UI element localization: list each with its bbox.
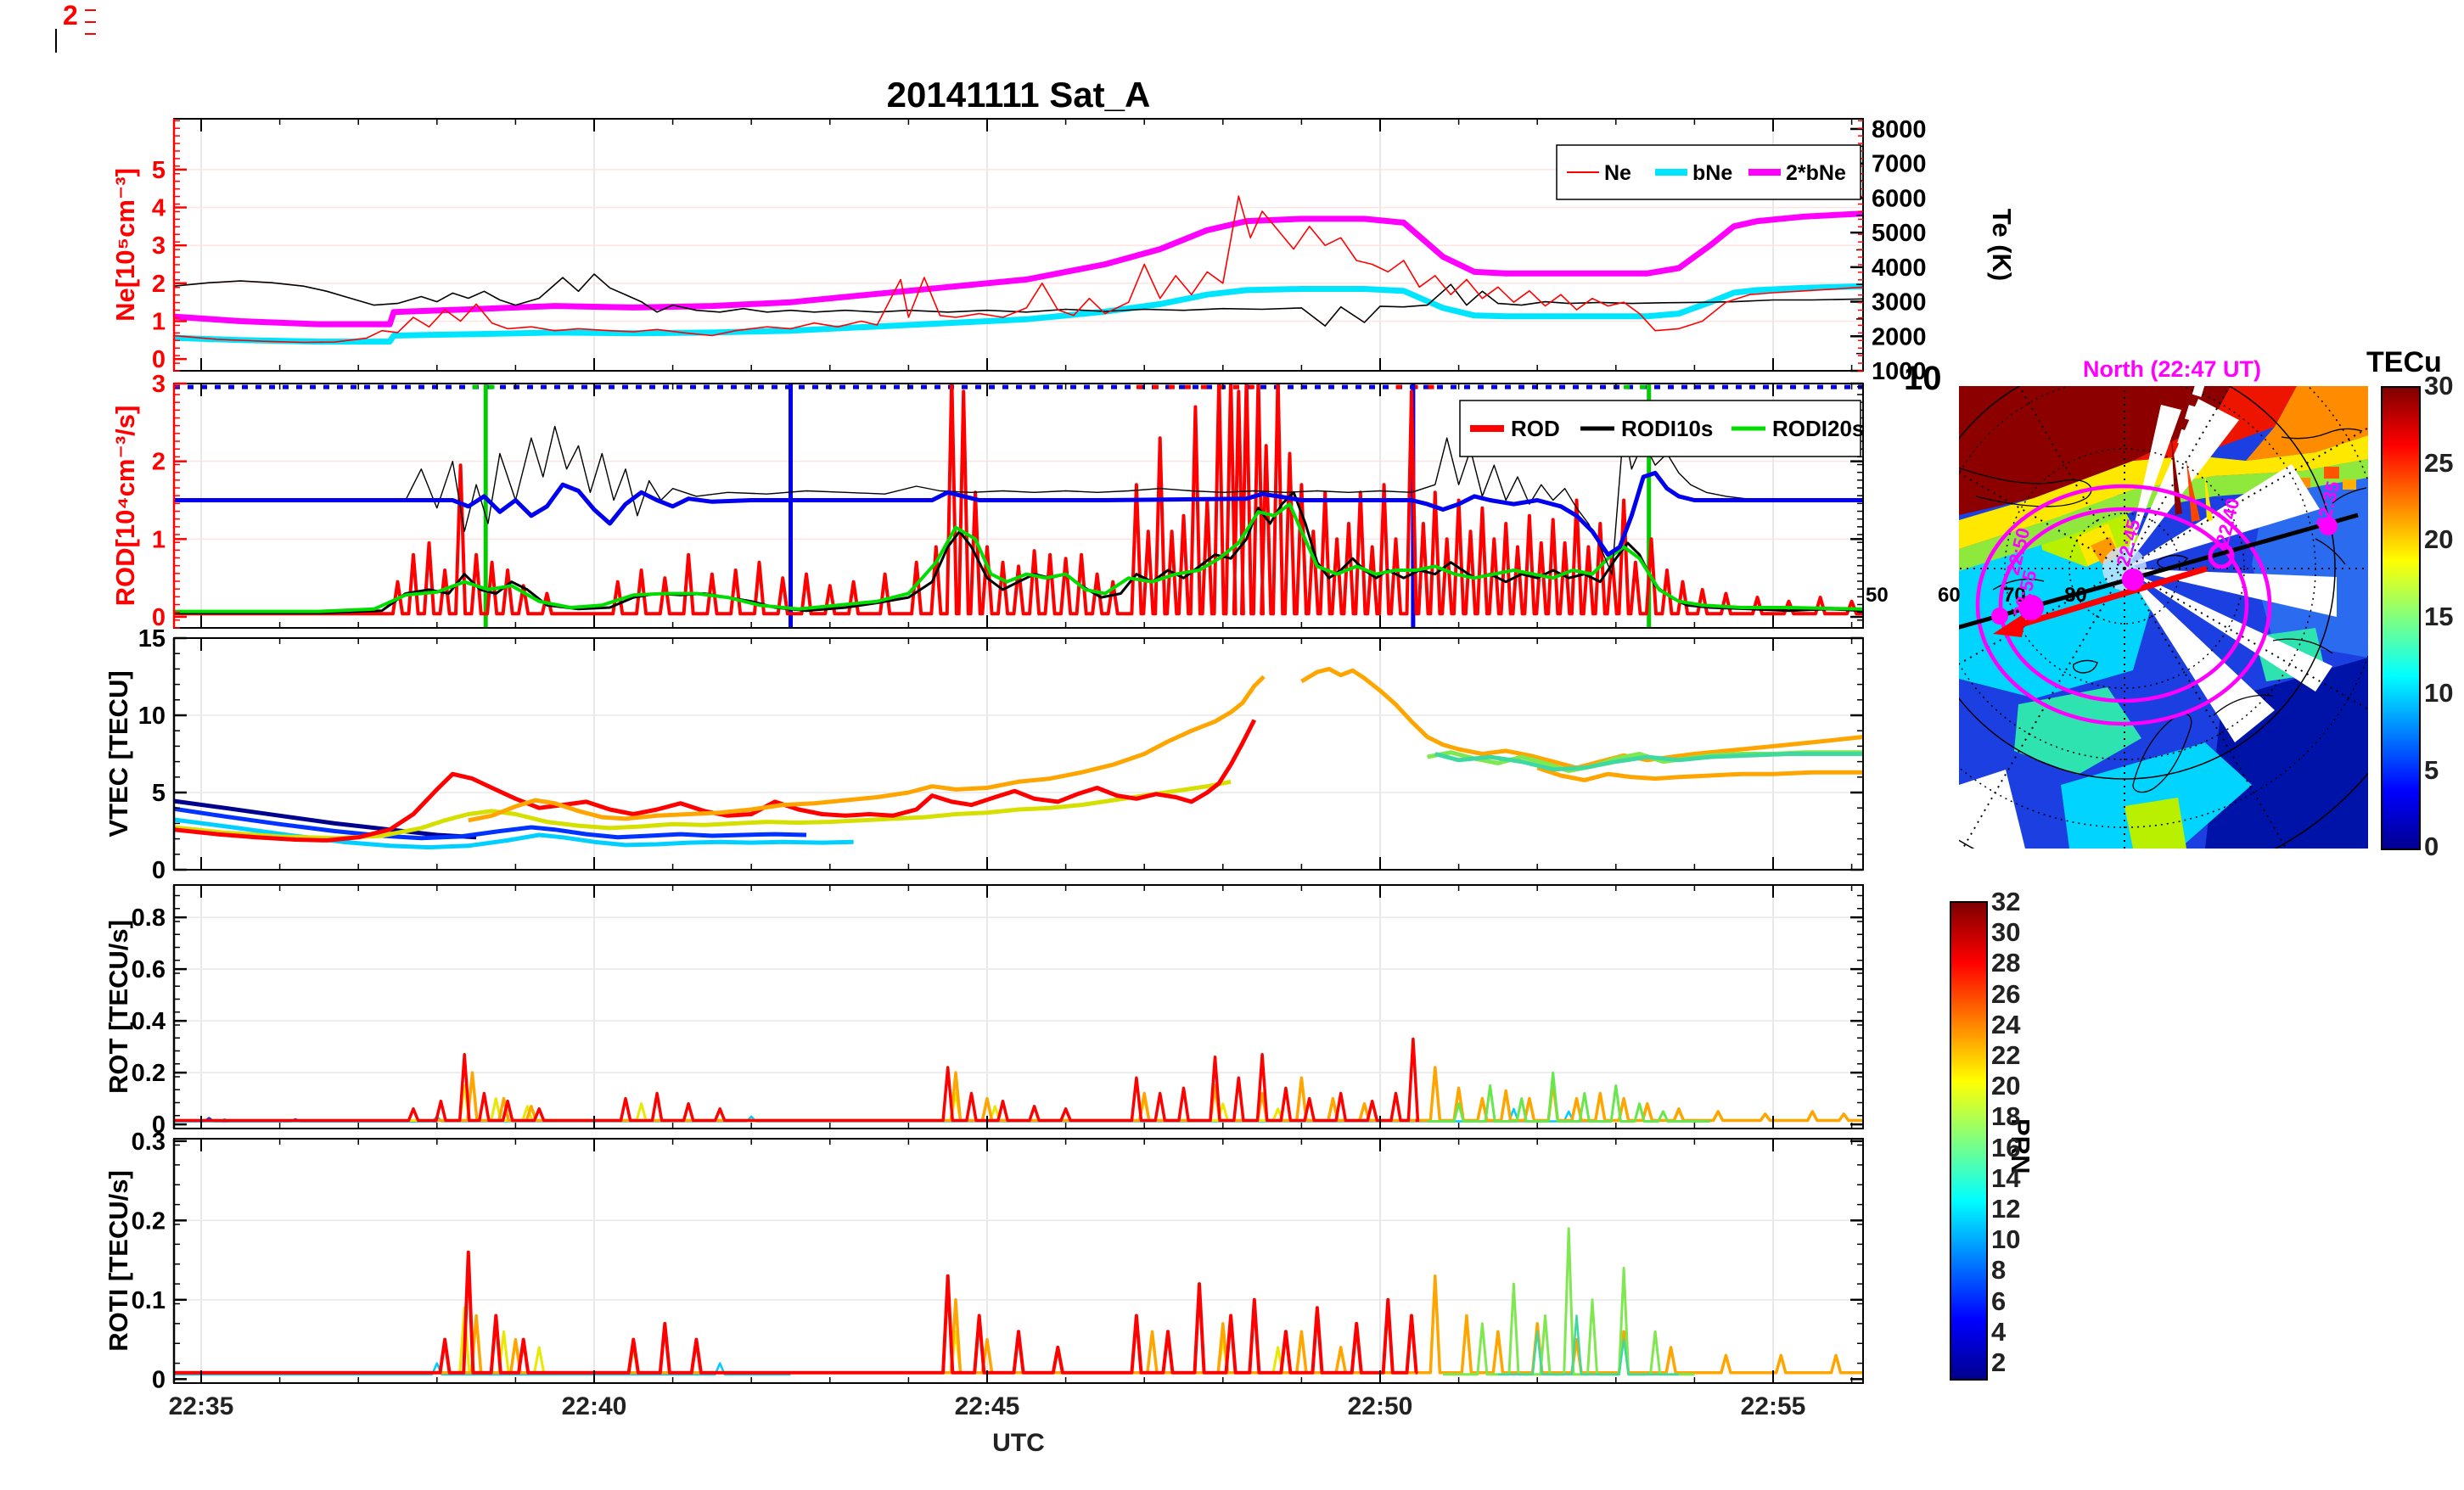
prn-tick: 22 [1991,1039,2021,1070]
ytick-ne_te: 1 [152,308,166,335]
prn-tick: 30 [1991,917,2021,948]
panel-vtec: 0 5 10 15VTEC [TECU] [104,625,1864,884]
legend-item-ROD: ROD [1511,416,1560,441]
stray-label-2: 2 [63,0,78,31]
ytick-ne_te: 5 [152,157,166,184]
prn-tick: 4 [1991,1316,2007,1347]
xtick-label: 22:40 [562,1392,627,1420]
ylabel-rot: ROT [TECU/s] [104,920,133,1094]
prn-tick: 24 [1991,1009,2021,1039]
ytick-vtec: 0 [152,857,166,884]
map-lat-label: 80 [2064,584,2087,607]
series-roti-red [174,1250,1418,1375]
ytick-right-ne_te: 4000 [1872,255,1927,282]
xtick-label: 22:45 [955,1392,1020,1420]
series-prn-orange-c [1536,765,1863,782]
series-rot-orange [436,1066,1863,1123]
xtick-label: 22:50 [1348,1392,1413,1420]
series-rot-yellow [174,1084,1341,1122]
panel-rot: 00.20.40.60.8ROT [TECU/s] [104,884,1864,1139]
legend-item-RODI10s: RODI10s [1621,416,1713,441]
prn-tick: 18 [1991,1101,2021,1132]
tecu-tick: 30 [2424,371,2454,401]
ylabel-roti: ROTI [TECU/s] [104,1170,133,1352]
ytick-rot: 0.2 [132,1060,166,1087]
prn-tick: 2 [1991,1347,2007,1377]
series-2*bNe [174,210,1863,328]
ytick-right-ne_te: 3000 [1872,289,1927,316]
ytick-rod: 2 [152,449,166,476]
map-lat-label: 60 [1938,584,1961,607]
map-title: North (22:47 UT) [2082,356,2261,382]
series-bNe [174,283,1863,345]
prn-tick: 10 [1991,1224,2021,1255]
legend-item-Ne: Ne [1604,161,1631,185]
panel-rod: 0123ROD[10⁴cm⁻³/s] ROD RODI10s RODI20s [110,371,1864,631]
legend-ne_te: Ne bNe 2*bNe [1556,144,1861,200]
ytick-rot: 0.8 [132,905,166,932]
tecu-tick: 20 [2424,524,2454,554]
series-rot-red [174,1037,1420,1123]
ytick-right-ne_te: 8000 [1872,116,1927,143]
ytick-rot: 0.4 [132,1008,166,1035]
prn-tick: 12 [1991,1193,2021,1224]
ylabel-rod: ROD[10⁴cm⁻³/s] [110,406,140,607]
ytick-right-ne_te: 7000 [1872,151,1927,178]
prn-colorbar [1950,901,1988,1381]
xlabel: UTC [992,1429,1045,1457]
ytick-ne_te: 3 [152,232,166,260]
ylabel-ne_te: Ne[10⁵cm⁻³] [110,168,140,322]
ytick-ne_te: 4 [152,195,166,222]
ytick-roti: 0.1 [132,1287,166,1314]
series-rot-green [1427,1071,1710,1123]
tecu-tick: 0 [2424,832,2439,861]
ytick-roti: 0 [152,1366,166,1393]
ylabel-vtec: VTEC [TECU] [104,670,133,837]
ytick-ne_te: 2 [152,271,166,298]
prn-tick: 14 [1991,1162,2021,1193]
xtick-label: 22:35 [169,1392,234,1420]
ytick-rod: 1 [152,526,166,553]
legend-rod: ROD RODI10s RODI20s [1459,400,1864,457]
ytick-right-ne_te: 2000 [1872,323,1927,350]
tecu-tick: 5 [2424,754,2439,785]
stray-label-10: 10 [1904,360,1942,397]
prn-tick: 8 [1991,1255,2007,1286]
map-lat-label: 50 [1866,584,1889,607]
ytick-vtec: 5 [152,780,166,807]
figure: 20141111 Sat_A 0 1 2 3 4 5 1000 2000 3000 4000 500… [0,0,2464,1490]
legend-item-bNe: bNe [1692,161,1732,185]
ytick-roti: 0.2 [132,1207,166,1235]
ytick-rod: 3 [152,371,166,398]
ytick-right-ne_te: 6000 [1872,185,1927,212]
ytick-ne_te: 0 [152,346,166,373]
panel-roti: 0 0.1 0.2 0.3 ROTI [TECU/s] [104,1129,1864,1393]
ytick-vtec: 15 [138,625,166,653]
prn-tick: 32 [1991,887,2021,916]
ytick-roti: 0.3 [132,1129,166,1156]
series-roti-lightgreen [1443,1227,1695,1376]
tecu-colorbar [2381,386,2421,850]
track-dot-2245 [2122,569,2144,591]
prn-tick: 26 [1991,978,2021,1009]
series-roti-yellow [174,1306,1317,1375]
prn-tick: 6 [1991,1286,2007,1316]
series-roti-orange [436,1274,1863,1375]
track-dot-2255 [1991,608,2008,625]
tecu-tick: 10 [2424,678,2454,708]
ytick-vtec: 10 [138,703,166,730]
tecu-tick: 25 [2424,447,2454,478]
panel-ne_te: 01234510002000300040005000600070008000Te… [110,116,2017,385]
prn-tick: 28 [1991,948,2021,978]
prn-tick: 20 [1991,1071,2021,1101]
ylabel-right-ne_te: Te (K) [1987,209,2017,282]
prn-tick: 16 [1991,1132,2021,1162]
tecu-tick: 15 [2424,601,2454,631]
ytick-right-ne_te: 5000 [1872,220,1927,247]
xtick-label: 22:55 [1741,1392,1806,1420]
legend-item-RODI20s: RODI20s [1772,416,1864,441]
legend-item-2*bNe: 2*bNe [1786,161,1846,185]
ytick-rot: 0.6 [132,956,166,983]
